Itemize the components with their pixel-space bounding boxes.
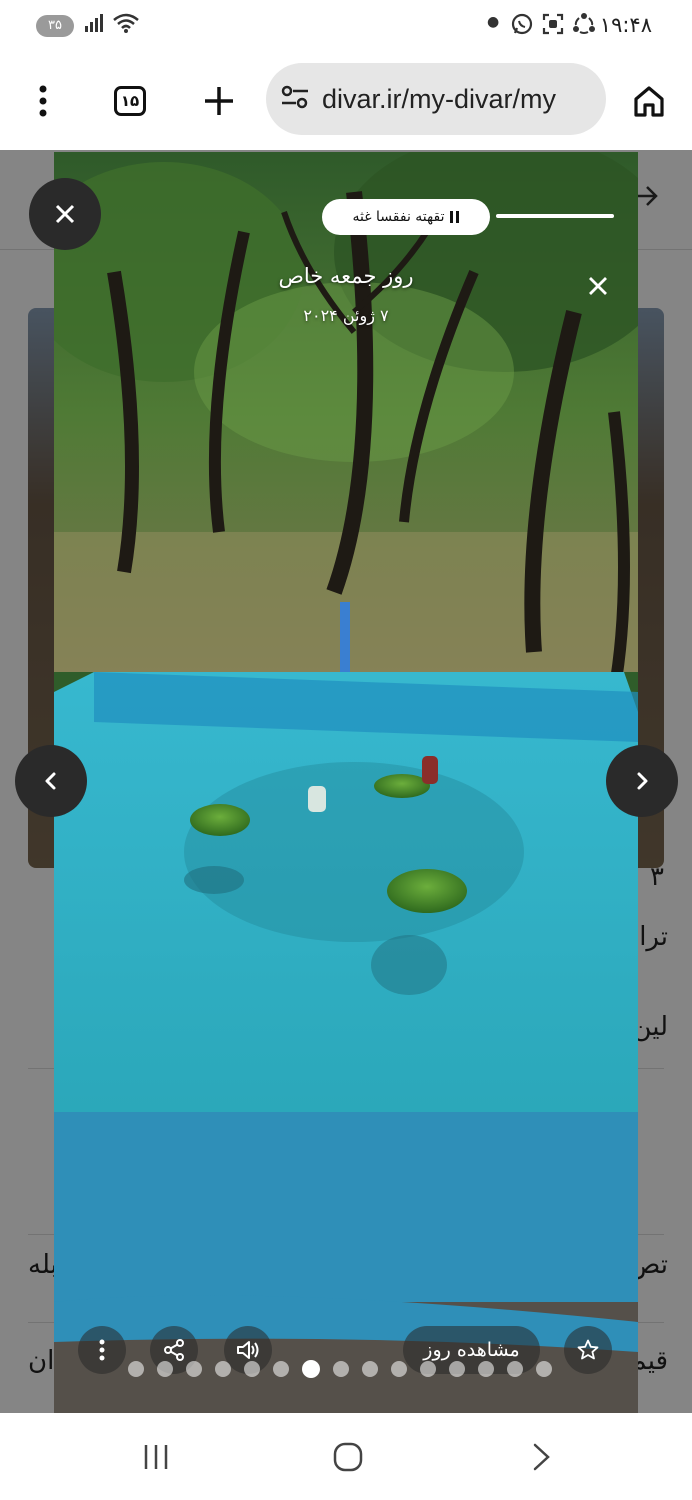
previous-story-button[interactable] [15,745,87,817]
story-pagination [128,1360,552,1378]
pagination-dot[interactable] [420,1361,436,1377]
tab-switcher-button[interactable]: ۱۵ [107,78,153,124]
pause-autoplay-pill[interactable]: تقهته نفقسا غثه [322,199,490,235]
close-icon [55,204,75,224]
story-photo [54,152,638,1413]
kebab-icon [99,1339,105,1361]
signal-icon [84,12,106,39]
pagination-dot-active[interactable] [302,1360,320,1378]
chevron-right-icon [637,772,648,790]
pill-label: تقهته نفقسا غثه [352,209,445,225]
sync-icon [572,12,596,41]
address-bar[interactable]: divar.ir/my-divar/my [266,63,606,135]
notification-dot-icon: ● [487,14,500,30]
system-navigation-bar [0,1413,692,1500]
chevron-left-icon [45,772,56,790]
pagination-dot[interactable] [478,1361,494,1377]
tab-count: ۱۵ [114,86,146,116]
menu-kebab-icon[interactable] [20,78,66,124]
new-tab-plus-icon[interactable] [196,78,242,124]
pagination-dot[interactable] [186,1361,202,1377]
pagination-dot[interactable] [244,1361,260,1377]
screen: ۳۵ ● ۱۹:۴۸ ۱۵ divar.ir/my-divar/my ۳ ترا… [0,0,692,1500]
clock: ۱۹:۴۸ [599,13,652,37]
whatsapp-icon [510,12,534,41]
pagination-dot[interactable] [391,1361,407,1377]
pagination-dot[interactable] [128,1361,144,1377]
status-bar: ۳۵ ● ۱۹:۴۸ [0,0,692,52]
favorite-button[interactable] [564,1326,612,1374]
site-settings-icon[interactable] [280,84,310,114]
home-button-icon[interactable] [326,1435,370,1479]
next-story-button[interactable] [606,745,678,817]
story-close-icon[interactable] [582,270,614,302]
pagination-dot[interactable] [362,1361,378,1377]
url-text: divar.ir/my-divar/my [322,83,557,114]
more-options-button[interactable] [78,1326,126,1374]
close-viewer-button[interactable] [29,178,101,250]
story-title: روز جمعه خاص [278,264,414,288]
screenshot-icon [541,12,565,41]
pause-icon [450,211,460,223]
speaker-icon [237,1341,259,1359]
pagination-dot[interactable] [215,1361,231,1377]
pagination-dot[interactable] [507,1361,523,1377]
browser-toolbar: ۱۵ divar.ir/my-divar/my [0,52,692,150]
story-date: ۷ ژوئن ۲۰۲۴ [303,306,389,325]
pagination-dot[interactable] [157,1361,173,1377]
story-progress-bar [496,214,614,218]
share-icon [164,1339,184,1361]
recent-apps-icon[interactable] [134,1435,178,1479]
home-icon[interactable] [626,78,672,124]
wifi-icon [112,12,140,39]
battery-indicator: ۳۵ [36,15,74,37]
pagination-dot[interactable] [273,1361,289,1377]
pagination-dot[interactable] [449,1361,465,1377]
pagination-dot[interactable] [333,1361,349,1377]
pagination-dot[interactable] [536,1361,552,1377]
star-icon [577,1339,599,1360]
back-icon[interactable] [520,1435,564,1479]
story-viewer[interactable]: تقهته نفقسا غثه روز جمعه خاص ۷ ژوئن ۲۰۲۴… [54,152,638,1413]
